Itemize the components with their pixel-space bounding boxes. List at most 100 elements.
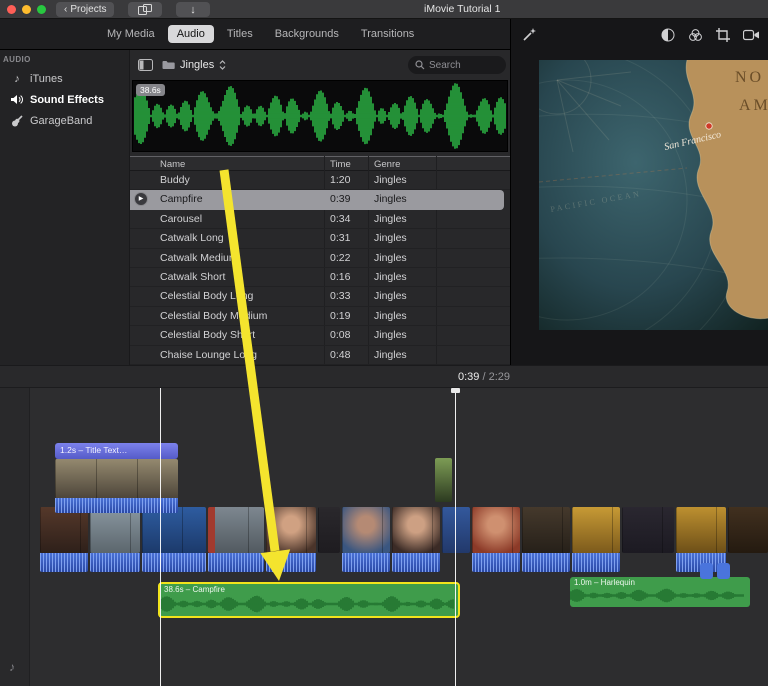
tab-titles[interactable]: Titles <box>218 25 262 43</box>
close-window-button[interactable] <box>7 5 16 14</box>
magic-wand-icon <box>523 28 536 41</box>
timeline-video-clip[interactable] <box>142 507 206 553</box>
timeline-video-clip[interactable] <box>472 507 520 553</box>
timeline-clip-waveform[interactable] <box>208 553 264 572</box>
timeline-video-clip[interactable] <box>208 507 264 553</box>
connected-audio-stub[interactable] <box>700 563 713 579</box>
timeline-audio-clip-harlequin[interactable]: 1.0m – Harlequin <box>570 577 750 607</box>
sidebar-item-sound-effects[interactable]: Sound Effects <box>0 89 129 110</box>
audio-track-row[interactable]: Catwalk Short 0:16 Jingles <box>130 268 510 288</box>
audio-track-row[interactable]: ▶ Campfire 0:39 Jingles <box>130 190 504 210</box>
timeline-clip-waveform[interactable] <box>142 553 206 572</box>
row-play-button[interactable]: ▶ <box>134 192 148 207</box>
projects-button[interactable]: ‹ Projects <box>56 2 115 17</box>
contrast-icon <box>661 28 675 42</box>
audio-track-row[interactable]: Catwalk Long 0:31 Jingles <box>130 229 510 249</box>
enhance-button[interactable] <box>521 27 537 46</box>
sidebar-item-itunes[interactable]: ♪ iTunes <box>0 68 129 89</box>
search-field[interactable] <box>408 56 506 74</box>
timeline-video-clip[interactable] <box>676 507 726 553</box>
column-header-time[interactable]: Time <box>330 159 351 170</box>
audio-clip-waveform <box>570 588 744 603</box>
collection-popup-button[interactable]: Jingles <box>162 57 226 73</box>
audio-track-row[interactable]: Celestial Body Short 0:08 Jingles <box>130 326 510 346</box>
timeline-video-clip[interactable] <box>572 507 620 553</box>
speaker-icon <box>10 94 24 105</box>
viewer-video[interactable]: San Francisco NO AME PACIFIC OCEAN <box>539 60 768 330</box>
cell-name: Celestial Body Medium <box>160 309 268 322</box>
crop-button[interactable] <box>716 28 730 45</box>
timeline-clip-waveform[interactable] <box>522 553 570 572</box>
import-media-button[interactable]: ↓ <box>176 2 210 17</box>
timeline-clip-waveform[interactable] <box>342 553 390 572</box>
cell-name: Celestial Body Long <box>160 290 254 303</box>
color-correction-button[interactable] <box>688 28 703 45</box>
connected-audio-stub[interactable] <box>717 563 730 579</box>
projects-label: Projects <box>70 4 107 15</box>
timeline-video-clip[interactable] <box>622 507 674 553</box>
cell-time: 0:39 <box>330 193 351 206</box>
timeline-video-clip[interactable] <box>728 507 768 553</box>
column-header-name[interactable]: Name <box>160 159 185 170</box>
tab-backgrounds[interactable]: Backgrounds <box>266 25 348 43</box>
cell-name: Celestial Body Short <box>160 329 256 342</box>
timeline-video-clip[interactable] <box>40 507 88 553</box>
timeline-clip-waveform[interactable] <box>472 553 520 572</box>
sidebar-item-label: iTunes <box>30 72 63 85</box>
timeline-clip-waveform[interactable] <box>392 553 440 572</box>
audio-track-row[interactable]: Celestial Body Medium 0:19 Jingles <box>130 307 510 327</box>
timeline-video-clip[interactable] <box>342 507 390 553</box>
playhead-handle[interactable] <box>451 388 460 393</box>
cell-genre: Jingles <box>374 329 407 342</box>
audio-track-row[interactable]: Buddy 1:20 Jingles <box>130 171 510 191</box>
timeline-clip-waveform[interactable] <box>266 553 316 572</box>
sidebar-item-garageband[interactable]: GarageBand <box>0 110 129 131</box>
timeline-video-clip[interactable] <box>392 507 440 553</box>
playhead[interactable] <box>160 388 161 686</box>
cell-genre: Jingles <box>374 309 407 322</box>
tab-audio[interactable]: Audio <box>167 25 214 43</box>
media-tabbar: My Media Audio Titles Backgrounds Transi… <box>0 19 510 50</box>
continent-label-top: NO <box>735 69 764 86</box>
media-organizer-button[interactable] <box>128 2 162 17</box>
audio-track-row[interactable]: Catwalk Medium 0:22 Jingles <box>130 249 510 268</box>
cell-time: 0:48 <box>330 348 351 361</box>
sidebar-item-label: GarageBand <box>30 114 93 127</box>
timeline-clip-waveform[interactable] <box>572 553 620 572</box>
column-header-genre[interactable]: Genre <box>374 159 400 170</box>
sidebar-toggle-button[interactable] <box>138 59 153 74</box>
cell-genre: Jingles <box>374 251 407 264</box>
timeline-video-clip[interactable] <box>90 507 140 553</box>
minimize-window-button[interactable] <box>22 5 31 14</box>
cell-time: 1:20 <box>330 174 351 186</box>
audio-track-row[interactable]: Celestial Body Long 0:33 Jingles <box>130 287 510 307</box>
timeline-panel[interactable]: ♪ 1.2s – Title Text… 38.6s – Campfire 1.… <box>0 388 768 686</box>
connected-clip-small[interactable] <box>435 458 452 502</box>
timeline-video-clip[interactable] <box>318 507 340 553</box>
stabilization-button[interactable] <box>742 29 760 44</box>
audio-sidebar: AUDIO ♪ iTunes Sound Effects GarageBand <box>0 50 130 365</box>
timeline-video-clip[interactable] <box>442 507 470 553</box>
guitar-icon <box>10 114 24 127</box>
audio-track-row[interactable]: Chaise Lounge Long 0:48 Jingles <box>130 346 510 365</box>
timeline-clip-waveform[interactable] <box>90 553 140 572</box>
search-input[interactable] <box>429 59 499 71</box>
skimmer-playhead[interactable] <box>455 388 456 686</box>
audio-preview-pane[interactable]: 38.6s <box>132 80 508 152</box>
cell-name: Chaise Lounge Long <box>160 348 257 361</box>
cell-genre: Jingles <box>374 290 407 303</box>
timeline-video-clip[interactable] <box>522 507 570 553</box>
zoom-window-button[interactable] <box>37 5 46 14</box>
color-balance-button[interactable] <box>661 28 675 45</box>
city-marker-dot <box>705 122 713 130</box>
timeline-video-clip[interactable] <box>266 507 316 553</box>
audio-track-row[interactable]: Carousel 0:34 Jingles <box>130 210 510 230</box>
tab-my-media[interactable]: My Media <box>98 25 164 43</box>
cell-time: 0:16 <box>330 270 351 283</box>
audio-track-list: Buddy 1:20 Jingles ▶ Campfire 0:39 Jingles Caro… <box>130 171 510 365</box>
crop-icon <box>716 28 730 42</box>
cell-name: Catwalk Long <box>160 232 224 245</box>
timeline-audio-clip-campfire[interactable]: 38.6s – Campfire <box>158 582 460 618</box>
tab-transitions[interactable]: Transitions <box>352 25 423 43</box>
timeline-clip-waveform[interactable] <box>40 553 88 572</box>
